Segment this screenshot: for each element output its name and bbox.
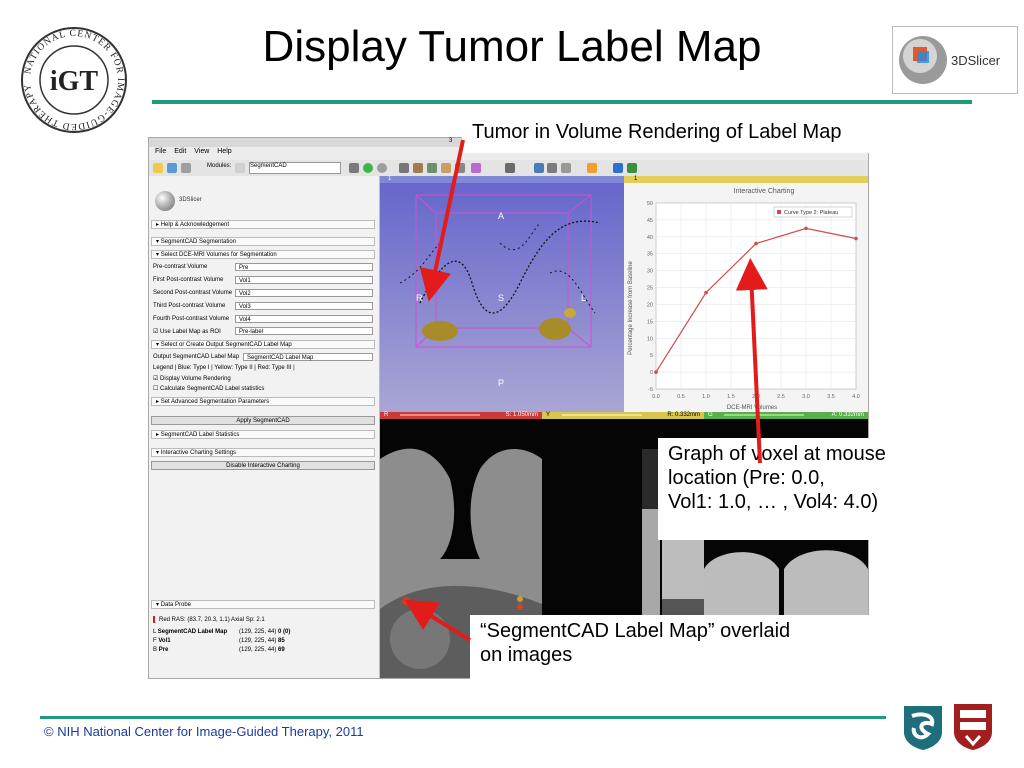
arrow-volume-rendering bbox=[419, 139, 465, 302]
annotation-arrows bbox=[404, 139, 768, 642]
footer-copyright: © NIH National Center for Image-Guided T… bbox=[44, 724, 364, 739]
footer-divider bbox=[40, 716, 886, 719]
partner-logo-shield bbox=[902, 704, 944, 752]
partner-logo-crest bbox=[952, 702, 994, 752]
arrow-graph bbox=[735, 258, 768, 464]
arrow-overlay bbox=[404, 599, 472, 642]
